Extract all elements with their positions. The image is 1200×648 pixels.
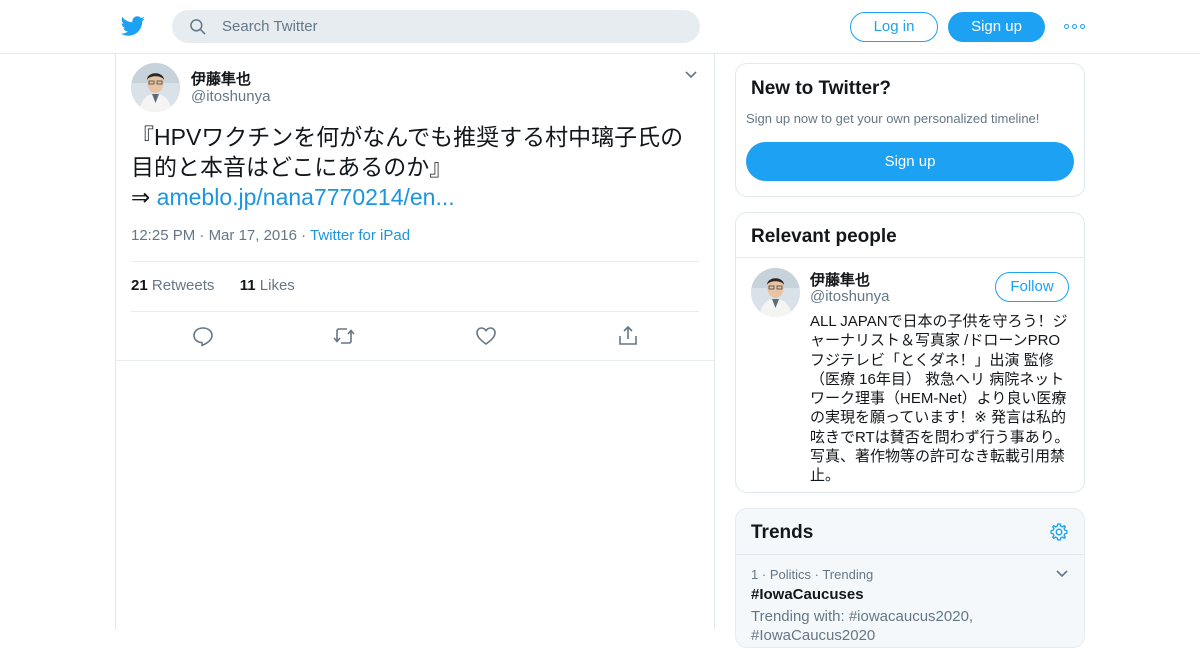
tweet-link[interactable]: ameblo.jp/nana7770214/en... — [157, 184, 455, 210]
login-button[interactable]: Log in — [850, 12, 938, 42]
trend-name[interactable]: #IowaCaucuses — [751, 586, 864, 603]
tweet-column: 伊藤隼也 @itoshunya 『HPVワクチンを何がなんでも推奨する村中璃子氏… — [115, 54, 715, 630]
chevron-down-icon[interactable] — [1055, 569, 1069, 579]
retweets-label: Retweets — [151, 277, 215, 294]
new-to-twitter-subtitle: Sign up now to get your own personalized… — [746, 111, 1040, 126]
tweet-source[interactable]: Twitter for iPad — [310, 227, 410, 244]
meta-separator: · — [761, 567, 770, 582]
gear-icon[interactable] — [1049, 522, 1069, 542]
meta-separator: · — [301, 227, 311, 244]
trend-with: Trending with: #iowacaucus2020, #IowaCau… — [751, 608, 974, 644]
divider — [736, 257, 1084, 258]
top-bar: Log in Sign up — [0, 0, 1200, 54]
tweet-stats: 21 Retweets 11 Likes — [131, 277, 295, 294]
tweet-arrow: ⇒ — [131, 184, 151, 210]
tweet-meta: 12:25 PM · Mar 17, 2016 · Twitter for iP… — [131, 227, 410, 244]
sidebar-signup-button[interactable]: Sign up — [746, 142, 1074, 181]
divider — [116, 360, 714, 361]
divider — [131, 311, 699, 312]
divider — [131, 261, 699, 262]
retweets-stat[interactable]: 21 Retweets — [131, 277, 214, 294]
trend-category: Politics — [769, 567, 811, 582]
profile-photo — [131, 63, 180, 112]
chevron-down-icon[interactable] — [684, 70, 698, 80]
avatar[interactable] — [751, 268, 800, 317]
search-box[interactable] — [172, 10, 700, 43]
likes-label: Likes — [259, 277, 295, 294]
new-to-twitter-title: New to Twitter? — [751, 78, 892, 99]
heart-icon[interactable] — [474, 324, 498, 348]
tweet-body: 『HPVワクチンを何がなんでも推奨する村中璃子氏の目的と本音はどこにあるのか』 — [131, 124, 684, 180]
trend-meta: 1 · Politics · Trending — [751, 567, 873, 582]
search-icon — [190, 19, 206, 35]
signup-button[interactable]: Sign up — [948, 12, 1045, 42]
trends-title: Trends — [751, 522, 814, 543]
author-handle[interactable]: @itoshunya — [191, 88, 270, 105]
person-bio: ALL JAPANで日本の子供を守ろう！ジャーナリスト＆写真家 /ドローンPRO… — [810, 313, 1070, 485]
trend-status: Trending — [822, 567, 874, 582]
author-name[interactable]: 伊藤隼也 — [191, 68, 251, 89]
likes-count: 11 — [239, 277, 256, 294]
new-to-twitter-card: New to Twitter? Sign up now to get your … — [735, 63, 1085, 197]
more-dots-icon[interactable] — [1064, 24, 1086, 30]
tweet-actions — [131, 324, 699, 348]
retweets-count: 21 — [131, 277, 148, 294]
tweet-date[interactable]: Mar 17, 2016 — [209, 227, 297, 244]
tweet-text: 『HPVワクチンを何がなんでも推奨する村中璃子氏の目的と本音はどこにあるのか』 … — [131, 122, 706, 212]
person-handle[interactable]: @itoshunya — [810, 288, 889, 305]
meta-separator: · — [199, 227, 209, 244]
divider — [736, 554, 1084, 555]
trends-card: Trends 1 · Politics · Trending #IowaCauc… — [735, 508, 1085, 648]
tweet-time[interactable]: 12:25 PM — [131, 227, 195, 244]
search-input[interactable] — [222, 10, 682, 43]
twitter-bird-icon[interactable] — [120, 14, 146, 38]
trend-rank: 1 — [751, 567, 759, 582]
person-name[interactable]: 伊藤隼也 — [810, 269, 870, 290]
relevant-people-title: Relevant people — [751, 226, 897, 247]
follow-button[interactable]: Follow — [995, 272, 1069, 302]
reply-icon[interactable] — [191, 324, 215, 348]
likes-stat[interactable]: 11 Likes — [240, 277, 295, 294]
profile-photo — [751, 268, 800, 317]
retweet-icon[interactable] — [332, 324, 356, 348]
avatar[interactable] — [131, 63, 180, 112]
relevant-people-card: Relevant people 伊藤隼也 @itoshunya Follow A… — [735, 212, 1085, 493]
share-icon[interactable] — [616, 324, 640, 348]
